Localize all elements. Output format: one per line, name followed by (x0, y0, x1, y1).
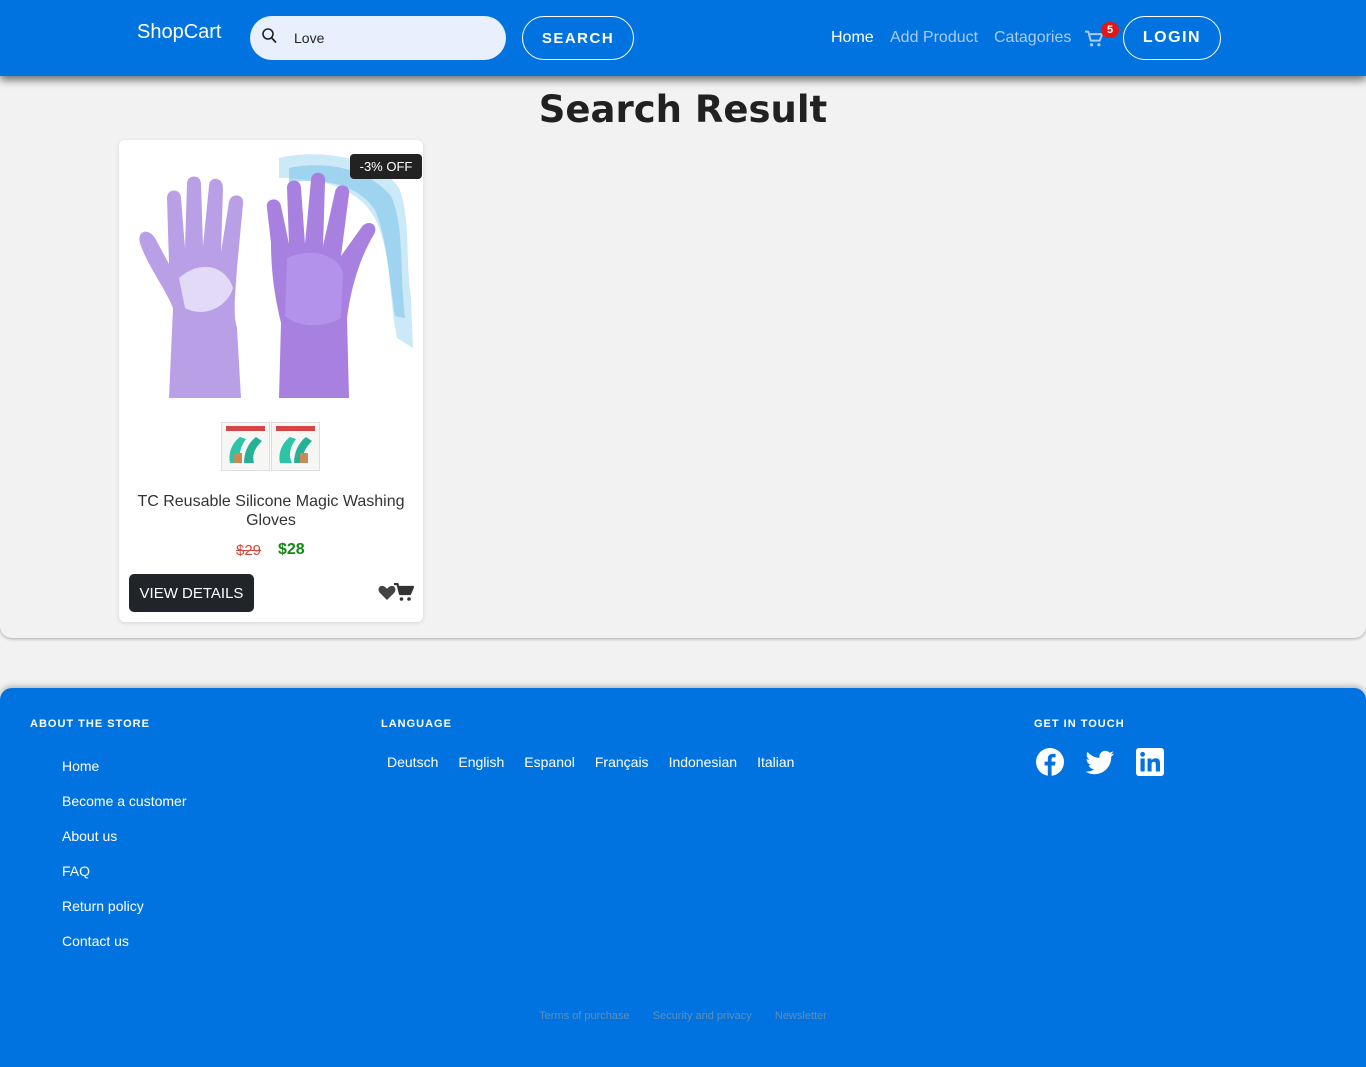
language-francais[interactable]: Français (595, 754, 649, 770)
top-navbar: ShopCart SEARCH Home Add Product Catagor… (0, 0, 1366, 76)
original-price: $29 (236, 542, 262, 559)
get-in-touch-heading: GET IN TOUCH (1034, 718, 1125, 730)
facebook-icon[interactable] (1035, 747, 1065, 777)
about-links-list: Home Become a customer About us FAQ Retu… (62, 756, 187, 966)
sale-price: $28 (278, 541, 305, 558)
security-privacy-link[interactable]: Security and privacy (653, 1010, 752, 1022)
language-list: Deutsch English Espanol Français Indonesian I… (387, 752, 814, 771)
page-title: Search Result (538, 88, 828, 131)
twitter-icon[interactable] (1085, 747, 1115, 777)
product-thumbnail[interactable] (271, 422, 320, 471)
newsletter-link[interactable]: Newsletter (775, 1010, 827, 1022)
footer-link-about-us[interactable]: About us (62, 828, 117, 844)
login-button[interactable]: LOGIN (1123, 16, 1221, 60)
linkedin-icon[interactable] (1135, 747, 1165, 777)
footer-link-home[interactable]: Home (62, 758, 99, 774)
footer-link-return-policy[interactable]: Return policy (62, 898, 144, 914)
language-italian[interactable]: Italian (757, 754, 794, 770)
footer-link-become-customer[interactable]: Become a customer (62, 793, 187, 809)
footer-link-contact-us[interactable]: Contact us (62, 933, 129, 949)
search-results-section: Search Result -3% OFF TC Reusable Silico… (0, 76, 1366, 638)
legal-links: Terms of purchase Security and privacy N… (0, 1004, 1366, 1023)
nav-link-categories[interactable]: Catagories (994, 29, 1071, 47)
language-english[interactable]: English (458, 754, 504, 770)
thumbnail-image (272, 423, 319, 470)
view-details-button[interactable]: VIEW DETAILS (129, 574, 254, 612)
brand-logo[interactable]: ShopCart (137, 21, 222, 44)
language-heading: LANGUAGE (381, 718, 452, 730)
nav-link-home[interactable]: Home (831, 29, 874, 47)
thumbnail-image (222, 423, 269, 470)
search-box (250, 16, 506, 60)
discount-badge: -3% OFF (350, 154, 422, 179)
site-footer: ABOUT THE STORE Home Become a customer A… (0, 688, 1366, 1067)
about-store-heading: ABOUT THE STORE (30, 718, 150, 730)
add-to-cart-icon[interactable] (394, 583, 414, 602)
footer-link-faq[interactable]: FAQ (62, 863, 90, 879)
cart-count-badge: 5 (1101, 22, 1119, 38)
product-name[interactable]: TC Reusable Silicone Magic Washing Glove… (131, 492, 411, 530)
language-espanol[interactable]: Espanol (524, 754, 575, 770)
product-card: -3% OFF TC Reusable Silicone Magic Washi… (119, 140, 423, 622)
cart-button[interactable]: 5 (1084, 22, 1119, 52)
language-deutsch[interactable]: Deutsch (387, 754, 438, 770)
search-button[interactable]: SEARCH (522, 16, 634, 60)
terms-of-purchase-link[interactable]: Terms of purchase (539, 1010, 629, 1022)
product-thumbnail[interactable] (221, 422, 270, 471)
product-image[interactable] (129, 148, 413, 402)
search-icon (262, 28, 277, 43)
thumbnail-strip (221, 422, 321, 472)
nav-link-add-product[interactable]: Add Product (890, 29, 978, 47)
search-input[interactable] (294, 26, 494, 50)
language-indonesian[interactable]: Indonesian (669, 754, 738, 770)
